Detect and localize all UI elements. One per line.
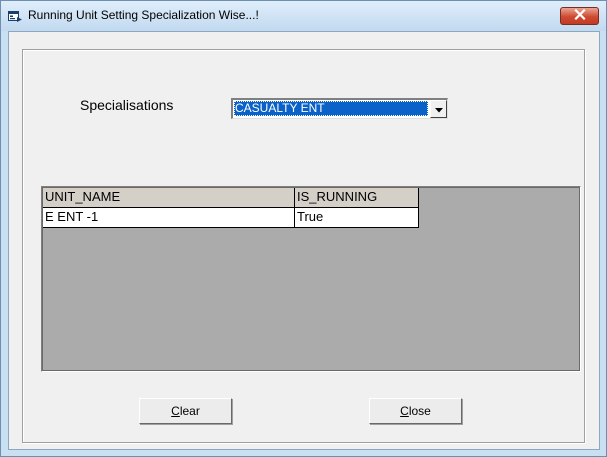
window-title: Running Unit Setting Specialization Wise… xyxy=(28,8,259,22)
close-icon xyxy=(573,7,586,25)
table-cell-unit-name[interactable]: E ENT -1 xyxy=(43,208,295,228)
specialisations-label: Specialisations xyxy=(80,97,174,113)
clear-button[interactable]: Clear xyxy=(139,398,232,424)
close-button-mnemonic: C xyxy=(400,404,409,418)
clear-button-mnemonic: C xyxy=(171,404,180,418)
column-header-is-running[interactable]: IS_RUNNING xyxy=(295,188,419,208)
column-header-unit-name[interactable]: UNIT_NAME xyxy=(43,188,295,208)
specialisations-dropdown[interactable]: CASUALTY ENT xyxy=(231,98,448,119)
close-button-label: lose xyxy=(408,404,431,418)
units-data-grid[interactable]: UNIT_NAME IS_RUNNING E ENT -1 True xyxy=(41,186,581,372)
window-close-button[interactable] xyxy=(560,7,599,25)
close-button[interactable]: Close xyxy=(369,398,462,424)
clear-button-label: lear xyxy=(179,404,200,418)
grid-body: UNIT_NAME IS_RUNNING E ENT -1 True xyxy=(42,187,580,371)
dropdown-arrow-button[interactable] xyxy=(430,100,447,118)
dialog-client-area: Specialisations CASUALTY ENT UNIT_NAME I… xyxy=(8,31,600,450)
dialog-window: Running Unit Setting Specialization Wise… xyxy=(0,0,607,457)
form-app-icon xyxy=(8,10,22,22)
title-bar[interactable]: Running Unit Setting Specialization Wise… xyxy=(1,1,606,31)
chevron-down-icon xyxy=(434,100,443,118)
specialisations-selected-value: CASUALTY ENT xyxy=(234,101,428,116)
table-cell-is-running[interactable]: True xyxy=(295,208,419,228)
